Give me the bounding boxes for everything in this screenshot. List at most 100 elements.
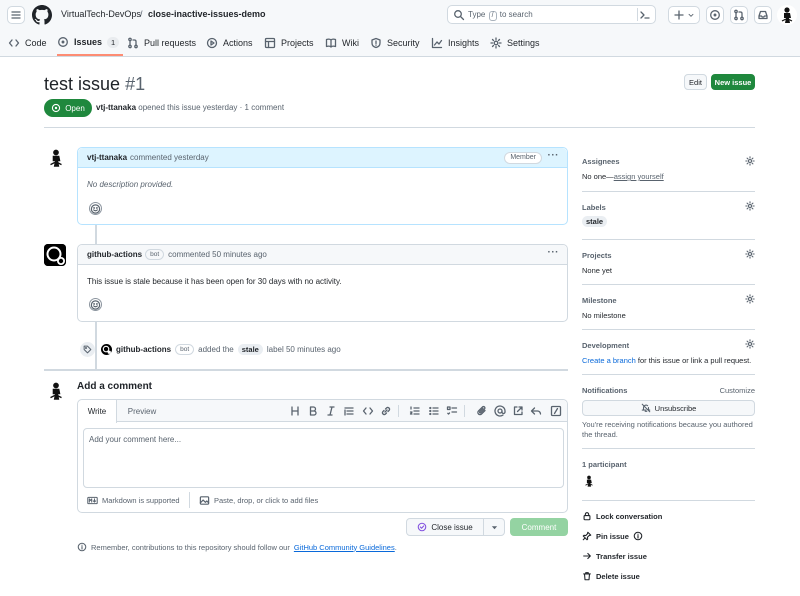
quote-icon[interactable]: [343, 405, 355, 417]
comment-timestamp[interactable]: commented 50 minutes ago: [168, 250, 267, 259]
heading-icon[interactable]: [289, 405, 301, 417]
projects-heading: Projects: [582, 251, 612, 260]
user-figure-icon: [50, 382, 62, 400]
milestone-gear-icon[interactable]: [745, 294, 755, 304]
comment-author-avatar[interactable]: [45, 147, 67, 169]
toolbar-separator: [464, 405, 465, 417]
issue-author-link[interactable]: vtj-ttanaka: [96, 103, 136, 112]
comment-author-link[interactable]: github-actions: [87, 250, 142, 259]
command-palette-button[interactable]: [637, 8, 651, 21]
tab-pull-requests[interactable]: Pull requests: [127, 30, 196, 56]
code-icon[interactable]: [362, 405, 374, 417]
hamburger-icon: [11, 11, 21, 19]
tab-issues[interactable]: Issues 1: [57, 30, 124, 56]
italic-icon[interactable]: [325, 405, 337, 417]
search-input[interactable]: Type / to search: [447, 5, 656, 24]
stale-label[interactable]: stale: [582, 216, 608, 227]
comment-author-link[interactable]: vtj-ttanaka: [87, 153, 127, 162]
preview-tab[interactable]: Preview: [122, 400, 162, 422]
write-tab[interactable]: Write: [78, 400, 117, 423]
sidebar-divider: [582, 239, 755, 240]
development-heading: Development: [582, 341, 630, 350]
unordered-list-icon[interactable]: [428, 405, 440, 417]
stale-label[interactable]: stale: [237, 344, 263, 355]
comment-timestamp[interactable]: commented yesterday: [130, 153, 209, 162]
task-list-icon[interactable]: [446, 405, 458, 417]
attach-files-button[interactable]: Paste, drop, or click to add files: [199, 495, 318, 506]
development-text: for this issue or link a pull request.: [635, 356, 752, 365]
tab-code[interactable]: Code: [8, 30, 47, 56]
numbered-list-icon[interactable]: [409, 405, 421, 417]
issue-meta: vtj-ttanaka opened this issue yesterday …: [96, 103, 284, 112]
info-icon[interactable]: [633, 531, 643, 541]
comment-textarea[interactable]: Add your comment here...: [83, 428, 564, 488]
event-actor-link[interactable]: github-actions: [116, 345, 171, 354]
tab-security[interactable]: Security: [370, 30, 420, 56]
breadcrumb-separator: /: [140, 9, 143, 19]
bot-avatar[interactable]: [44, 244, 66, 266]
assign-yourself-link[interactable]: assign yourself: [614, 172, 664, 181]
reply-icon[interactable]: [530, 405, 542, 417]
close-issue-button[interactable]: Close issue: [406, 518, 484, 536]
comment-submit-button[interactable]: Comment: [510, 518, 568, 536]
github-actions-logo-icon: [101, 344, 112, 355]
event-timestamp[interactable]: label 50 minutes ago: [267, 345, 341, 354]
title-divider: [44, 127, 755, 128]
development-gear-icon[interactable]: [745, 339, 755, 349]
tab-insights[interactable]: Insights: [431, 30, 479, 56]
link-icon[interactable]: [380, 405, 392, 417]
assignees-gear-icon[interactable]: [745, 156, 755, 166]
issues-button[interactable]: [706, 6, 724, 24]
milestone-value: No milestone: [582, 311, 626, 320]
global-header: VirtualTech-DevOps / close-inactive-issu…: [0, 0, 800, 57]
tab-actions-label: Actions: [223, 38, 253, 48]
lock-conversation-button[interactable]: Lock conversation: [582, 511, 662, 521]
tab-wiki[interactable]: Wiki: [325, 30, 359, 56]
add-reaction-button[interactable]: [89, 202, 102, 215]
comment-options-kebab-icon[interactable]: ···: [548, 247, 560, 258]
mention-icon[interactable]: [494, 405, 506, 417]
toolbar-separator: [398, 405, 399, 417]
tab-wiki-label: Wiki: [342, 38, 359, 48]
tab-projects[interactable]: Projects: [264, 30, 314, 56]
tab-actions[interactable]: Actions: [206, 30, 253, 56]
unsubscribe-button[interactable]: Unsubscribe: [582, 400, 755, 416]
menu-button[interactable]: [7, 6, 25, 24]
bold-icon[interactable]: [307, 405, 319, 417]
sidebar-divider: [582, 374, 755, 375]
user-figure-icon: [50, 149, 62, 167]
labels-gear-icon[interactable]: [745, 201, 755, 211]
slash-commands-icon[interactable]: [550, 405, 562, 417]
projects-gear-icon[interactable]: [745, 249, 755, 259]
tab-settings[interactable]: Settings: [490, 30, 540, 56]
user-avatar[interactable]: [777, 5, 797, 25]
paperclip-icon[interactable]: [476, 405, 488, 417]
transfer-issue-button[interactable]: Transfer issue: [582, 551, 647, 561]
cross-reference-icon[interactable]: [512, 405, 524, 417]
smiley-icon: [90, 203, 101, 214]
pull-requests-button[interactable]: [730, 6, 748, 24]
create-new-button[interactable]: [668, 6, 700, 24]
participant-avatar[interactable]: [582, 474, 596, 488]
sidebar-divider: [582, 329, 755, 330]
comment-options-kebab-icon[interactable]: ···: [548, 150, 560, 161]
create-branch-link[interactable]: Create a branch: [582, 356, 636, 365]
customize-notifications-link[interactable]: Customize: [720, 386, 755, 395]
add-reaction-button[interactable]: [89, 298, 102, 311]
delete-issue-button[interactable]: Delete issue: [582, 571, 640, 581]
new-issue-button[interactable]: New issue: [711, 74, 755, 90]
github-logo-icon[interactable]: [32, 5, 52, 25]
comment-header: github-actions bot commented 50 minutes …: [78, 245, 567, 265]
issue-sidebar: Assignees No one—assign yourself Labels …: [582, 147, 755, 587]
smiley-icon: [90, 299, 101, 310]
inbox-button[interactable]: [754, 6, 772, 24]
repo-owner-link[interactable]: VirtualTech-DevOps: [61, 9, 141, 20]
markdown-note[interactable]: Markdown is supported: [87, 495, 180, 506]
repo-name-link[interactable]: close-inactive-issues-demo: [148, 9, 266, 20]
chevron-down-icon: [688, 13, 694, 17]
close-issue-options-button[interactable]: [483, 518, 505, 536]
edit-title-button[interactable]: Edit: [684, 74, 707, 90]
comment-box: github-actions bot commented 50 minutes …: [77, 244, 568, 322]
community-guidelines-link[interactable]: GitHub Community Guidelines: [294, 543, 395, 552]
pin-issue-button[interactable]: Pin issue: [582, 531, 643, 541]
